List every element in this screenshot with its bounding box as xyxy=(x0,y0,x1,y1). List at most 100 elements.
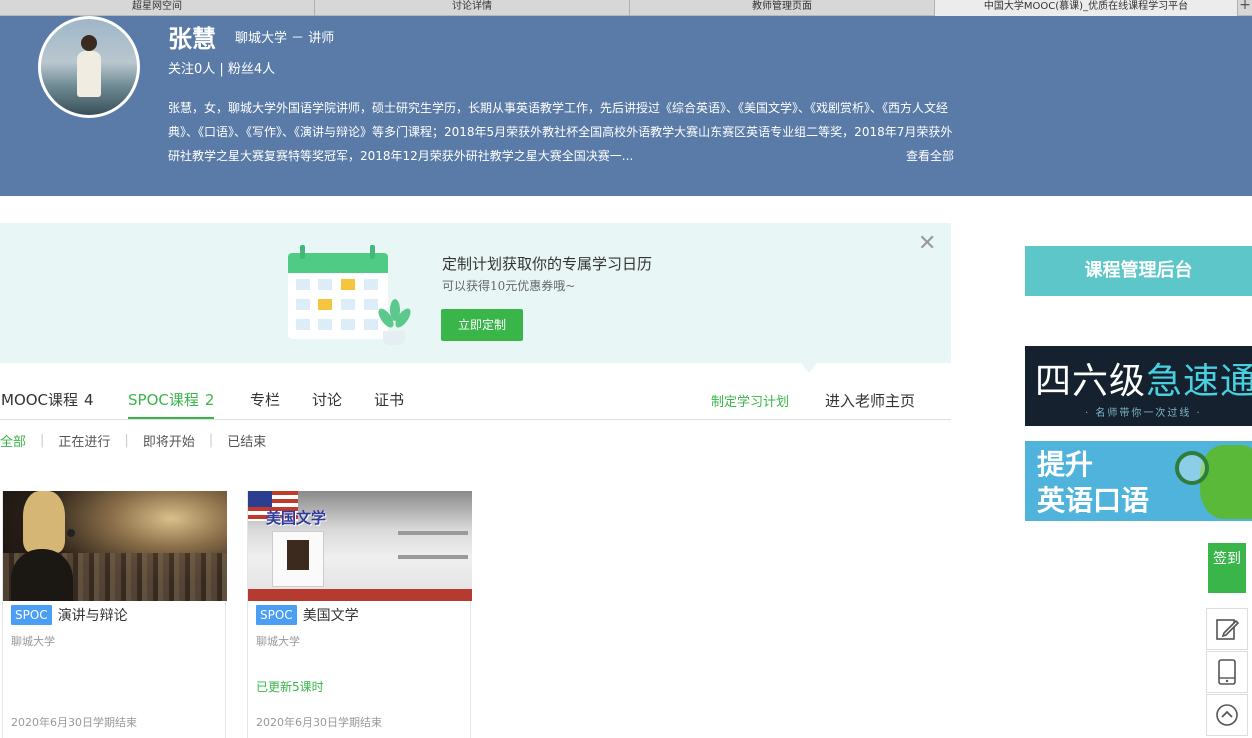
calendar-cell xyxy=(341,279,355,290)
tab-discussion[interactable]: 讨论 xyxy=(312,389,342,419)
check-in-button[interactable]: 签到 xyxy=(1208,543,1246,593)
tab-mooc[interactable]: MOOC课程 4 xyxy=(1,389,94,419)
teacher-name: 张慧 xyxy=(168,25,216,53)
course-title: 演讲与辩论 xyxy=(57,608,128,624)
cet-ad-banner[interactable]: 四六级急速通关 · 名师带你一次过线 · xyxy=(1025,346,1252,426)
make-study-plan-link[interactable]: 制定学习计划 xyxy=(711,391,789,410)
calendar-page xyxy=(288,273,388,339)
course-end-date: 2020年6月30日学期结束 xyxy=(256,716,382,729)
calendar-icon xyxy=(288,245,388,339)
flag-canton xyxy=(248,491,272,507)
calendar-cell xyxy=(296,279,310,290)
course-school: 聊城大学 xyxy=(11,635,55,648)
tab-column[interactable]: 专栏 xyxy=(250,389,280,419)
course-update: 已更新5课时 xyxy=(256,680,324,694)
portrait-figure xyxy=(287,540,309,570)
spoken-english-ad-banner[interactable]: 提升 英语口语 xyxy=(1025,441,1252,521)
calendar-cell xyxy=(364,279,378,290)
course-end-date: 2020年6月30日学期结束 xyxy=(11,716,137,729)
ad-tagline: · 名师带你一次过线 · xyxy=(1085,408,1202,419)
avatar xyxy=(38,16,140,118)
teacher-affiliation: 聊城大学 － 讲师 xyxy=(235,31,335,46)
magnifier-icon xyxy=(1175,451,1209,485)
phone-icon xyxy=(1218,659,1236,685)
course-thumbnail xyxy=(3,491,227,601)
ad-headline: 四六级急速通关 xyxy=(1035,352,1252,404)
calendar-cell xyxy=(341,299,355,310)
ad-line-2: 英语口语 xyxy=(1037,484,1150,517)
close-icon[interactable]: ✕ xyxy=(918,233,936,255)
course-title-row: SPOC 演讲与辩论 xyxy=(11,605,128,625)
filter-all[interactable]: 全部 xyxy=(0,431,26,450)
course-title: 美国文学 xyxy=(302,608,359,624)
browser-tab-space[interactable]: 超星网空间 xyxy=(0,0,315,16)
calendar-cell xyxy=(341,319,355,330)
tab-label: MOOC课程 xyxy=(1,391,79,409)
calendar-ring xyxy=(370,245,375,259)
tab-certificate[interactable]: 证书 xyxy=(374,389,404,419)
filter-separator: | xyxy=(124,432,129,448)
promo-subtitle: 可以获得10元优惠券哦~ xyxy=(442,279,576,293)
new-tab-button[interactable]: + xyxy=(1238,0,1252,13)
course-title-row: SPOC 美国文学 xyxy=(256,605,359,625)
course-thumbnail: 美国文学 xyxy=(248,491,472,601)
ad-line-1: 提升 xyxy=(1037,448,1094,481)
course-card[interactable]: SPOC 演讲与辩论 聊城大学 2020年6月30日学期结束 xyxy=(2,491,227,738)
course-school: 聊城大学 xyxy=(256,635,300,648)
filter-separator: | xyxy=(208,432,214,448)
course-admin-button[interactable]: 课程管理后台 xyxy=(1025,246,1252,296)
calendar-cell xyxy=(318,319,332,330)
edit-icon xyxy=(1216,619,1240,640)
calendar-cell xyxy=(364,319,378,330)
plant-icon xyxy=(375,295,414,345)
teacher-profile-header: 张慧 聊城大学 － 讲师 关注0人 | 粉丝4人 张慧，女，聊城大学外国语学院讲… xyxy=(0,16,1252,196)
monster-illustration xyxy=(1200,445,1252,519)
back-to-top-button[interactable] xyxy=(1206,694,1248,736)
teacher-bio: 张慧，女，聊城大学外国语学院讲师，硕士研究生学历，长期从事英语教学工作，先后讲授… xyxy=(168,101,953,163)
browser-tab-icourse[interactable]: 中国大学MOOC(慕课)_优质在线课程学习平台 xyxy=(935,0,1238,16)
browser-tab-teacher-admin[interactable]: 教师管理页面 xyxy=(630,0,935,16)
chevron-up-icon xyxy=(1216,704,1238,726)
filter-upcoming[interactable]: 即将开始 xyxy=(143,431,195,450)
filter-separator: | xyxy=(40,432,45,448)
avatar-head xyxy=(81,35,97,51)
calendar-ring xyxy=(300,245,305,259)
follow-stats: 关注0人 | 粉丝4人 xyxy=(168,62,276,77)
study-plan-banner: 定制计划获取你的专属学习日历 可以获得10元优惠券哦~ 立即定制 ✕ xyxy=(0,223,951,363)
browser-tab-bar: 超星网空间 讨论详情 教师管理页面 中国大学MOOC(慕课)_优质在线课程学习平… xyxy=(0,0,1252,16)
course-status-filter: 全部 | 正在进行 | 即将开始 | 已结束 xyxy=(0,431,266,450)
thumbnail-shelf xyxy=(398,555,468,559)
thumbnail-floor xyxy=(248,589,472,601)
tab-count: 2 xyxy=(204,391,215,409)
course-tabs: MOOC课程 4 SPOC课程 2 专栏 讨论 证书 制定学习计划 进入老师主页 xyxy=(0,380,951,420)
calendar-cell xyxy=(318,299,332,310)
course-card[interactable]: 美国文学 SPOC 美国文学 聊城大学 已更新5课时 2020年6月30日学期结… xyxy=(247,491,472,738)
spoc-badge: SPOC xyxy=(11,605,52,625)
tab-count: 4 xyxy=(84,391,94,409)
calendar-cell xyxy=(296,319,310,330)
filter-ongoing[interactable]: 正在进行 xyxy=(58,431,110,450)
calendar-cell xyxy=(364,299,378,310)
microphone-icon xyxy=(67,529,75,537)
thumbnail-speaker xyxy=(11,549,73,601)
teacher-homepage-link[interactable]: 进入老师主页 xyxy=(825,390,915,411)
thumbnail-shelf xyxy=(398,531,468,535)
mobile-app-button[interactable] xyxy=(1206,651,1248,693)
promo-title: 定制计划获取你的专属学习日历 xyxy=(442,255,653,273)
thumbnail-title: 美国文学 xyxy=(266,509,327,527)
banner-pointer xyxy=(801,363,817,373)
filter-ended[interactable]: 已结束 xyxy=(227,431,266,450)
ad-headline-text: 四六级 xyxy=(1035,361,1147,402)
thumbnail-portrait xyxy=(272,531,324,587)
tab-spoc[interactable]: SPOC课程 2 xyxy=(128,389,215,419)
avatar-body xyxy=(77,51,101,97)
calendar-cell xyxy=(296,299,310,310)
calendar-cell xyxy=(318,279,332,290)
browser-tab-discussion[interactable]: 讨论详情 xyxy=(315,0,630,16)
view-all-link[interactable]: 查看全部 xyxy=(906,144,954,168)
spoc-badge: SPOC xyxy=(256,605,297,625)
edit-note-button[interactable] xyxy=(1206,608,1248,650)
tab-label: SPOC课程 xyxy=(128,391,199,409)
customize-now-button[interactable]: 立即定制 xyxy=(441,309,523,341)
plant-pot xyxy=(383,331,405,345)
